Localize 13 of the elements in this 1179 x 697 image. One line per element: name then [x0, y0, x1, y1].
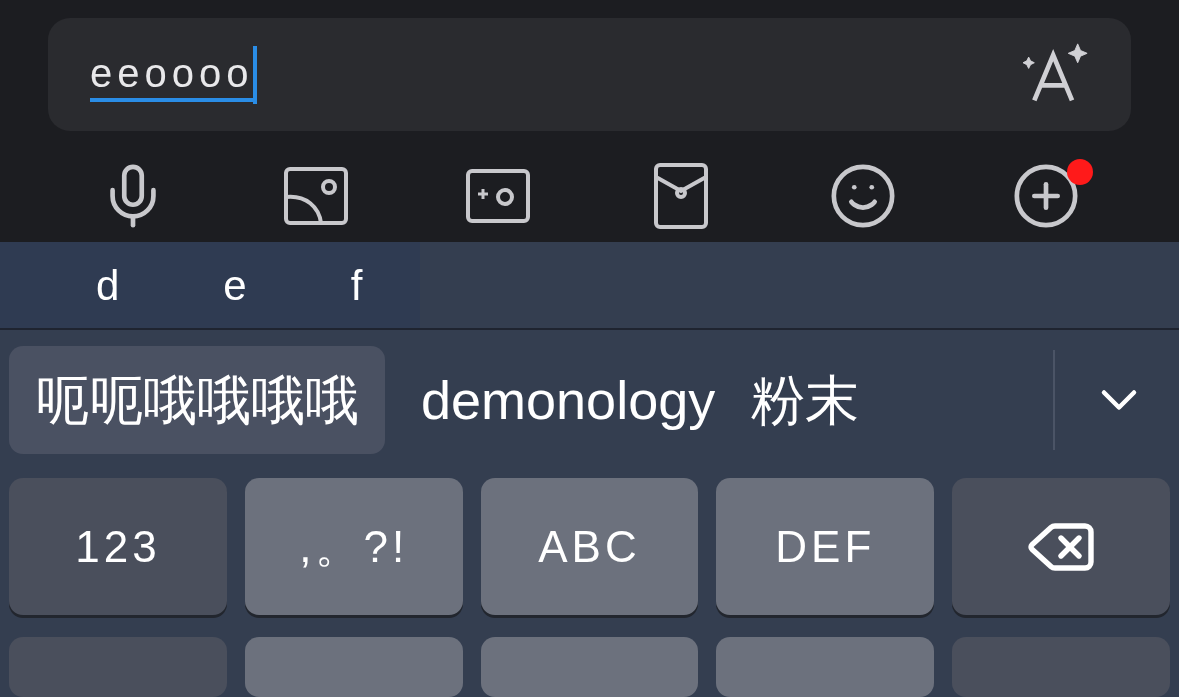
- delete-key[interactable]: [952, 478, 1170, 615]
- candidate-word[interactable]: 呃呃哦哦哦哦: [9, 345, 385, 454]
- keyboard-key[interactable]: 123: [9, 478, 227, 615]
- keyboard-key[interactable]: DEF: [716, 478, 935, 615]
- keyboard-key[interactable]: ,。?!: [244, 478, 463, 615]
- keyboard-key[interactable]: ABC: [480, 478, 699, 615]
- pinyin-option[interactable]: f: [350, 253, 363, 317]
- pinyin-option[interactable]: d: [96, 253, 120, 317]
- candidate-word[interactable]: demonology: [421, 345, 716, 454]
- text-input-field[interactable]: eeoooo: [48, 18, 1131, 131]
- pinyin-option[interactable]: e: [223, 253, 247, 317]
- candidate-word[interactable]: 粉末: [751, 345, 860, 454]
- text-cursor: [253, 45, 258, 104]
